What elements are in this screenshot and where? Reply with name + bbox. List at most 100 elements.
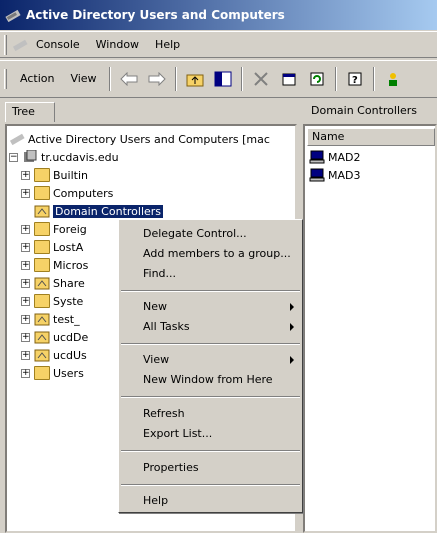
tree-item-label: Builtin bbox=[53, 168, 88, 182]
tab-domain-controllers: Domain Controllers 2 bbox=[305, 102, 437, 135]
menu-item-delegate-control[interactable]: Delegate Control... bbox=[143, 226, 247, 242]
tree-item[interactable]: + LostA bbox=[21, 238, 83, 256]
tree-domain[interactable]: − tr.ucdavis.edu bbox=[9, 148, 119, 166]
folder-icon bbox=[34, 240, 50, 254]
expand-icon[interactable]: + bbox=[21, 332, 30, 342]
menu-help[interactable]: Help bbox=[147, 36, 188, 54]
list-item-label: MAD2 bbox=[328, 150, 361, 164]
menu-view[interactable]: View bbox=[62, 70, 104, 88]
folder-icon bbox=[34, 366, 50, 380]
toolbar-separator bbox=[334, 67, 337, 91]
expand-icon[interactable]: + bbox=[21, 188, 30, 198]
ou-folder-icon bbox=[34, 277, 50, 290]
expand-icon[interactable]: + bbox=[21, 314, 30, 324]
console-tree-icon bbox=[214, 71, 232, 87]
tree-item[interactable]: + Syste bbox=[21, 292, 83, 310]
menu-window[interactable]: Window bbox=[88, 36, 147, 54]
expand-icon[interactable]: + bbox=[21, 260, 30, 270]
menu-separator bbox=[121, 290, 300, 292]
forward-arrow-icon bbox=[148, 72, 166, 86]
back-button[interactable] bbox=[117, 67, 141, 91]
submenu-arrow-icon bbox=[290, 323, 294, 331]
collapse-icon[interactable]: − bbox=[9, 152, 18, 162]
forward-button[interactable] bbox=[145, 67, 169, 91]
tree-item[interactable]: + Micros bbox=[21, 256, 88, 274]
menu-separator bbox=[121, 450, 300, 452]
expand-icon[interactable]: + bbox=[21, 242, 30, 252]
menu-item-view[interactable]: View bbox=[143, 352, 169, 368]
tree-item[interactable]: + Foreig bbox=[21, 220, 87, 238]
tree-item-label: ucdDe bbox=[53, 330, 89, 344]
domain-icon bbox=[24, 150, 37, 162]
tree-item-label: ucdUs bbox=[53, 348, 87, 362]
menu-separator bbox=[121, 484, 300, 486]
menu-action[interactable]: Action bbox=[12, 70, 62, 88]
menu-console[interactable]: Console bbox=[28, 36, 88, 54]
tree-item[interactable]: + Users bbox=[21, 364, 84, 382]
list-pane[interactable]: Name MAD2 MAD3 bbox=[303, 124, 437, 533]
list-item-label: MAD3 bbox=[328, 168, 361, 182]
action-bar: Action View ? bbox=[0, 60, 437, 98]
menu-item-all-tasks[interactable]: All Tasks bbox=[143, 319, 190, 335]
menu-item-export-list[interactable]: Export List... bbox=[143, 426, 212, 442]
tree-item[interactable]: + ucdUs bbox=[21, 346, 87, 364]
tree-item[interactable]: + ucdDe bbox=[21, 328, 88, 346]
submenu-arrow-icon bbox=[290, 303, 294, 311]
column-header-name[interactable]: Name bbox=[307, 128, 435, 146]
delete-x-icon bbox=[253, 72, 268, 86]
expand-icon[interactable]: + bbox=[21, 350, 30, 360]
folder-icon bbox=[34, 294, 50, 308]
list-title: Domain Controllers bbox=[311, 104, 418, 117]
refresh-icon bbox=[310, 72, 324, 86]
window-title: Active Directory Users and Computers bbox=[26, 8, 285, 22]
tree-item[interactable]: + Builtin bbox=[21, 166, 88, 184]
help-icon: ? bbox=[348, 72, 362, 86]
menu-item-help[interactable]: Help bbox=[143, 493, 168, 509]
users-button[interactable] bbox=[381, 67, 405, 91]
show-hide-tree-button[interactable] bbox=[211, 67, 235, 91]
tree-root-label: Active Directory Users and Computers [ma… bbox=[28, 132, 270, 146]
tree-item-label: Share bbox=[53, 276, 85, 290]
expand-icon[interactable]: + bbox=[21, 368, 30, 378]
tree-item-selected[interactable]: Domain Controllers bbox=[21, 202, 164, 220]
up-one-level-button[interactable] bbox=[183, 67, 207, 91]
tree-item-label: test_ bbox=[53, 312, 80, 326]
ou-folder-icon bbox=[34, 205, 50, 218]
tab-tree[interactable]: Tree bbox=[5, 102, 55, 122]
folder-icon bbox=[34, 258, 50, 272]
delete-button[interactable] bbox=[249, 67, 273, 91]
toolbar-separator bbox=[108, 67, 111, 91]
tree-root[interactable]: Active Directory Users and Computers [ma… bbox=[9, 130, 270, 148]
tree-item-label: LostA bbox=[53, 240, 84, 254]
expand-icon[interactable]: + bbox=[21, 278, 30, 288]
expand-icon[interactable]: + bbox=[21, 170, 30, 180]
list-item[interactable]: MAD3 bbox=[309, 166, 360, 184]
properties-button[interactable] bbox=[277, 67, 301, 91]
snap-in-icon bbox=[5, 9, 21, 23]
menu-item-properties[interactable]: Properties bbox=[143, 460, 199, 476]
help-button[interactable]: ? bbox=[343, 67, 367, 91]
tree-item[interactable]: + Computers bbox=[21, 184, 113, 202]
menu-item-find[interactable]: Find... bbox=[143, 266, 176, 282]
title-bar: Active Directory Users and Computers bbox=[0, 0, 437, 30]
tree-domain-label: tr.ucdavis.edu bbox=[41, 150, 119, 164]
expand-icon[interactable]: + bbox=[21, 224, 30, 234]
folder-icon bbox=[34, 186, 50, 200]
snap-in-icon bbox=[9, 133, 25, 146]
expand-icon[interactable]: + bbox=[21, 296, 30, 306]
menu-item-refresh[interactable]: Refresh bbox=[143, 406, 185, 422]
menu-item-new[interactable]: New bbox=[143, 299, 167, 315]
menu-item-add-members[interactable]: Add members to a group... bbox=[143, 246, 291, 262]
list-item[interactable]: MAD2 bbox=[309, 148, 360, 166]
toolbar-grip bbox=[4, 69, 7, 89]
computer-icon bbox=[309, 168, 325, 182]
folder-icon bbox=[34, 168, 50, 182]
folder-up-icon bbox=[186, 74, 204, 87]
tree-item[interactable]: + test_ bbox=[21, 310, 80, 328]
properties-icon bbox=[282, 73, 296, 86]
ou-folder-icon bbox=[34, 313, 50, 326]
menu-bar: Console Window Help bbox=[0, 31, 437, 58]
tree-item[interactable]: + Share bbox=[21, 274, 85, 292]
refresh-button[interactable] bbox=[305, 67, 329, 91]
menu-item-new-window[interactable]: New Window from Here bbox=[143, 372, 273, 388]
